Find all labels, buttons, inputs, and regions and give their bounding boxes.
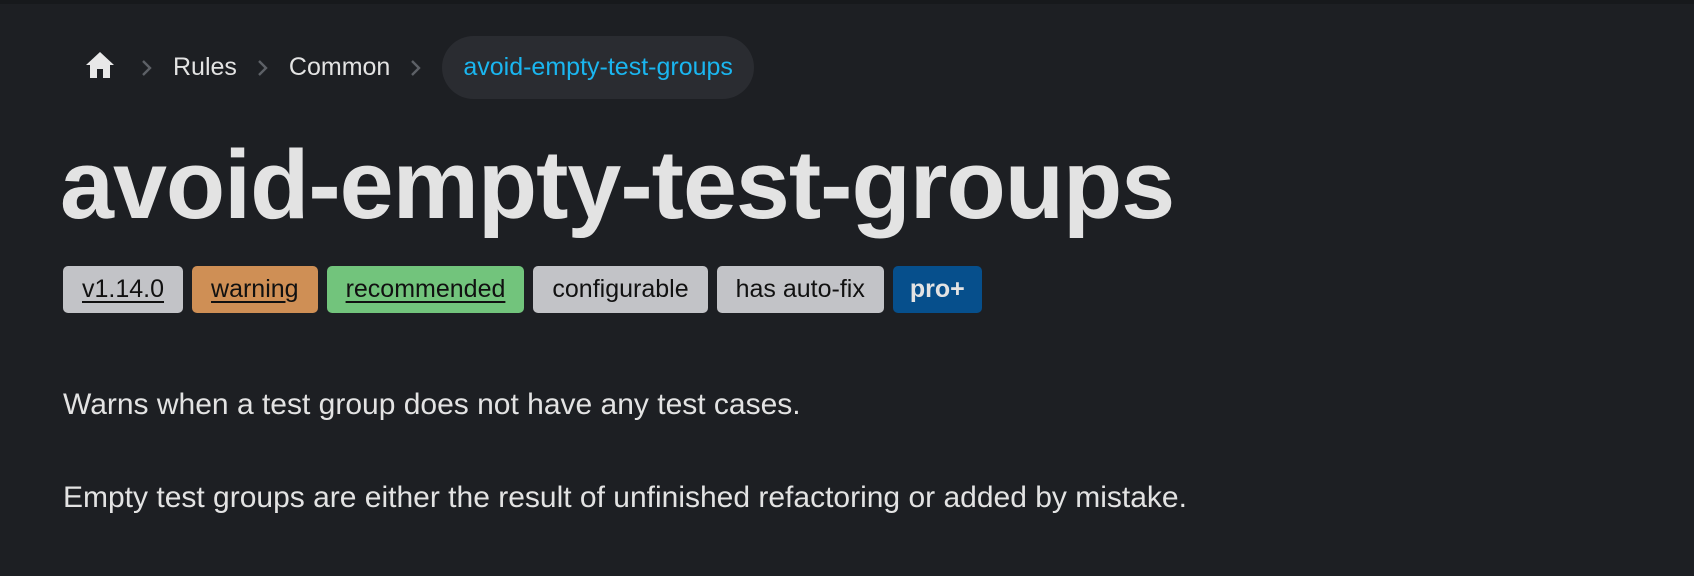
breadcrumb: Rules Common avoid-empty-test-groups — [63, 36, 754, 99]
top-strip — [0, 0, 1694, 4]
breadcrumb-current: avoid-empty-test-groups — [442, 36, 754, 99]
severity-badge[interactable]: warning — [192, 266, 318, 313]
chevron-right-icon — [125, 59, 169, 77]
chevron-right-icon — [394, 59, 438, 77]
page-title: avoid-empty-test-groups — [60, 130, 1175, 239]
version-badge[interactable]: v1.14.0 — [63, 266, 184, 313]
chevron-right-icon — [241, 59, 285, 77]
recommended-badge[interactable]: recommended — [326, 266, 525, 313]
breadcrumb-home-link[interactable] — [75, 43, 125, 93]
home-icon — [85, 51, 115, 84]
breadcrumb-item-rules[interactable]: Rules — [169, 53, 241, 82]
rule-rationale: Empty test groups are either the result … — [63, 481, 1187, 514]
pro-plus-badge: pro+ — [892, 266, 982, 313]
rule-description: Warns when a test group does not have an… — [63, 388, 801, 421]
configurable-badge: configurable — [533, 266, 708, 313]
breadcrumb-item-common[interactable]: Common — [285, 53, 394, 82]
badge-list: v1.14.0 warning recommended configurable… — [63, 266, 982, 313]
auto-fix-badge: has auto-fix — [716, 266, 884, 313]
